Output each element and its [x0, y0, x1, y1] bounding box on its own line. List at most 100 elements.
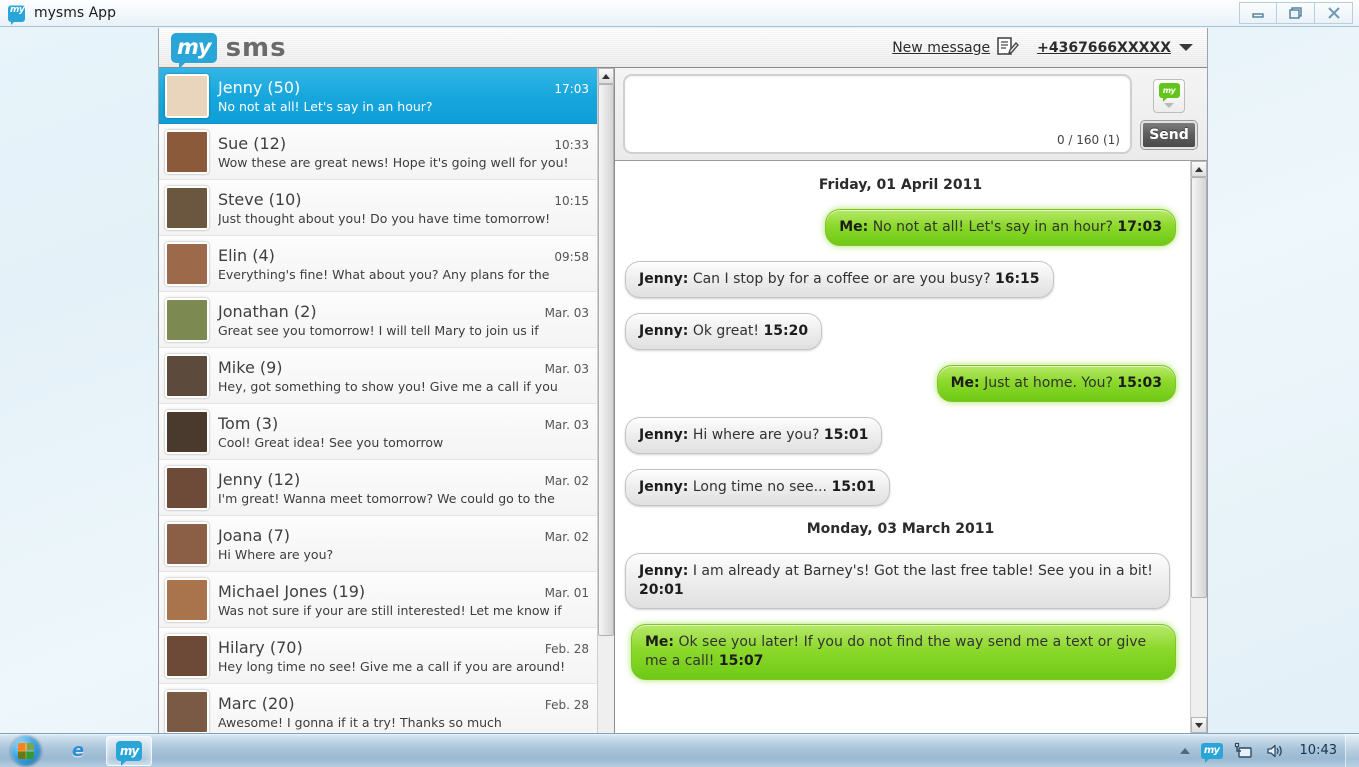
network-icon [1234, 742, 1252, 758]
message-bubble[interactable]: Jenny: Can I stop by for a coffee or are… [625, 261, 1054, 298]
thread-scrollbar[interactable] [1190, 161, 1207, 733]
conversation-name: Joana (7) [218, 525, 291, 545]
message-sender: Jenny: [639, 323, 689, 339]
phone-number: +4367666XXXXX [1037, 39, 1171, 56]
compose-box[interactable]: 0 / 160 (1) [623, 74, 1132, 154]
conversation-time: 09:58 [554, 249, 589, 264]
scroll-track[interactable] [598, 84, 614, 733]
message-body: Ok great! [692, 323, 760, 339]
chevron-down-icon [1164, 103, 1174, 108]
mysms-tray-icon: my [1200, 742, 1223, 763]
avatar [165, 521, 209, 566]
message-bubble[interactable]: Jenny: Hi where are you? 15:01 [625, 417, 883, 454]
clock[interactable]: 10:43 [1296, 743, 1337, 758]
show-hidden-icons-arrow-icon [1179, 747, 1190, 754]
close-button[interactable] [1315, 2, 1353, 24]
app-body: Jenny (50) 17:03 No not at all! Let's sa… [159, 68, 1207, 733]
new-message-button[interactable]: New message [892, 36, 1020, 60]
mysms-window: my sms New message +4367666XXXXX Jenny (… [158, 28, 1208, 734]
mysms-taskbar-icon: my [116, 740, 142, 766]
send-button[interactable]: Send [1141, 121, 1197, 149]
scroll-thumb[interactable] [1191, 177, 1207, 599]
avatar [165, 689, 209, 733]
message-row: Jenny: Long time no see... 15:01 [625, 469, 1176, 506]
message-bubble[interactable]: Jenny: Ok great! 15:20 [625, 313, 823, 350]
mysms-template-icon: my [1158, 83, 1180, 102]
conversation-preview: I'm great! Wanna meet tomorrow? We could… [218, 490, 555, 506]
message-time: 15:01 [823, 427, 869, 443]
message-row: Me: Just at home. You? 15:03 [625, 365, 1176, 402]
conversation-item[interactable]: Joana (7) Mar. 02 Hi Where are you? [159, 516, 597, 572]
conversation-text: Jenny (12) Mar. 02 I'm great! Wanna meet… [218, 470, 589, 506]
message-time: 15:20 [763, 323, 809, 339]
tray-icon-network[interactable] [1234, 742, 1254, 760]
conversation-preview: Hi Where are you? [218, 546, 334, 562]
system-tray: my 10:43 [1179, 734, 1345, 767]
new-message-label: New message [892, 39, 991, 56]
message-bubble[interactable]: Jenny: I am already at Barney's! Got the… [625, 553, 1170, 609]
conversation-name: Mike (9) [218, 357, 283, 377]
message-row: Jenny: Hi where are you? 15:01 [625, 417, 1176, 454]
conversation-item[interactable]: Mike (9) Mar. 03 Hey, got something to s… [159, 348, 597, 404]
start-button[interactable] [2, 734, 50, 767]
conversation-item[interactable]: Tom (3) Mar. 03 Cool! Great idea! See yo… [159, 404, 597, 460]
message-body: Long time no see... [692, 479, 827, 495]
tray-icon-mysms[interactable]: my [1200, 742, 1223, 763]
mysms-template-button[interactable]: my [1153, 79, 1185, 113]
show-hidden-icons-button[interactable] [1179, 747, 1190, 754]
conversation-name: Steve (10) [218, 189, 302, 209]
show-desktop-button[interactable] [1345, 733, 1359, 767]
scroll-up-button[interactable] [1191, 161, 1207, 177]
conversation-list-scrollbar[interactable] [597, 68, 614, 733]
conversation-list[interactable]: Jenny (50) 17:03 No not at all! Let's sa… [159, 68, 597, 733]
conversation-item[interactable]: Jenny (50) 17:03 No not at all! Let's sa… [159, 68, 597, 124]
message-time: 15:03 [1117, 375, 1162, 391]
conversation-time: 17:03 [554, 81, 589, 96]
message-thread[interactable]: Friday, 01 April 2011 Me: No not at all! … [615, 161, 1190, 733]
scroll-up-button[interactable] [598, 68, 614, 84]
restore-button[interactable] [1277, 2, 1315, 24]
conversation-item[interactable]: Steve (10) 10:15 Just thought about you!… [159, 180, 597, 236]
conversation-item[interactable]: Jenny (12) Mar. 02 I'm great! Wanna meet… [159, 460, 597, 516]
message-bubble[interactable]: Jenny: Long time no see... 15:01 [625, 469, 891, 506]
header-actions: New message +4367666XXXXX [892, 36, 1193, 60]
message-sender: Jenny: [639, 479, 689, 495]
conversation-item[interactable]: Hilary (70) Feb. 28 Hey long time no see… [159, 628, 597, 684]
taskbar-item-mysms[interactable]: my [106, 735, 152, 766]
message-bubble[interactable]: Me: No not at all! Let's say in an hour?… [825, 209, 1176, 246]
message-bubble[interactable]: Me: Ok see you later! If you do not find… [631, 624, 1176, 680]
taskbar-item-internet-explorer[interactable]: e [55, 736, 101, 766]
message-time: 16:15 [994, 271, 1040, 287]
message-row: Jenny: Ok great! 15:20 [625, 313, 1176, 350]
message-time: 20:01 [639, 582, 684, 598]
scroll-track[interactable] [1191, 177, 1207, 717]
avatar [165, 297, 209, 342]
conversation-preview: Awesome! I gonna if it a try! Thanks so … [218, 714, 502, 730]
message-input[interactable] [625, 76, 1130, 152]
mysms-bubble-icon [8, 4, 25, 25]
message-body: Hi where are you? [692, 427, 820, 443]
account-selector[interactable]: +4367666XXXXX [1037, 40, 1193, 56]
avatar [165, 353, 209, 398]
avatar [165, 577, 209, 622]
conversation-text: Tom (3) Mar. 03 Cool! Great idea! See yo… [218, 414, 589, 450]
conversation-item[interactable]: Elin (4) 09:58 Everything's fine! What a… [159, 236, 597, 292]
scroll-down-button[interactable] [1191, 717, 1207, 733]
scroll-thumb[interactable] [598, 84, 614, 636]
conversation-time: Mar. 01 [544, 585, 589, 600]
conversation-item[interactable]: Michael Jones (19) Mar. 01 Was not sure … [159, 572, 597, 628]
logo-my-bubble: my [171, 32, 217, 69]
avatar [165, 73, 209, 118]
message-time: 15:07 [718, 653, 764, 669]
message-row: Jenny: Can I stop by for a coffee or are… [625, 261, 1176, 298]
tray-icon-volume[interactable] [1265, 742, 1285, 760]
minimize-button[interactable] [1239, 2, 1277, 24]
conversation-item[interactable]: Jonathan (2) Mar. 03 Great see you tomor… [159, 292, 597, 348]
conversation-text: Jenny (50) 17:03 No not at all! Let's sa… [218, 78, 589, 114]
message-body: No not at all! Let's say in an hour? [872, 219, 1113, 235]
logo-sms-text: sms [225, 32, 287, 63]
conversation-text: Hilary (70) Feb. 28 Hey long time no see… [218, 638, 589, 674]
message-bubble[interactable]: Me: Just at home. You? 15:03 [936, 365, 1176, 402]
conversation-item[interactable]: Sue (12) 10:33 Wow these are great news!… [159, 124, 597, 180]
conversation-item[interactable]: Marc (20) Feb. 28 Awesome! I gonna if it… [159, 684, 597, 733]
